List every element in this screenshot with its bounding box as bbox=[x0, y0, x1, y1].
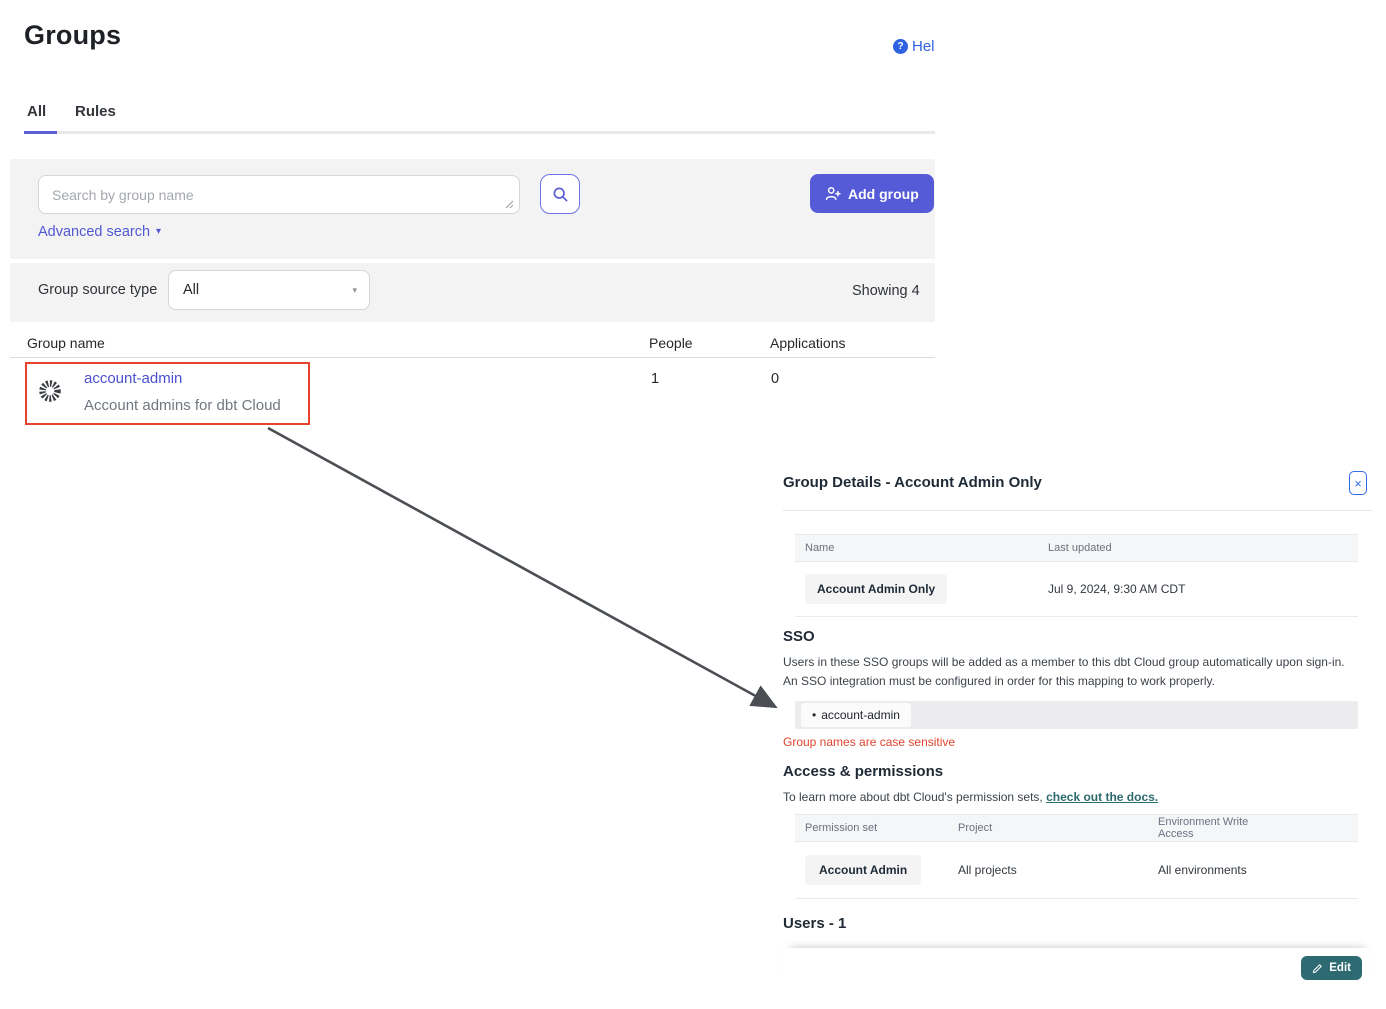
column-header-env-write-access: Environment Write Access bbox=[1158, 816, 1268, 840]
details-footer: Edit bbox=[783, 948, 1372, 988]
column-header-permission-set: Permission set bbox=[795, 822, 958, 834]
page-title: Groups bbox=[24, 20, 121, 51]
add-group-label: Add group bbox=[848, 186, 919, 202]
showing-count: Showing 4 bbox=[852, 283, 920, 299]
permissions-table: Permission set Project Environment Write… bbox=[795, 814, 1358, 899]
column-header-applications: Applications bbox=[770, 335, 846, 351]
group-people-count: 1 bbox=[651, 371, 659, 387]
table-header-divider bbox=[10, 357, 935, 358]
edit-label: Edit bbox=[1329, 962, 1351, 974]
add-group-button[interactable]: Add group bbox=[810, 174, 934, 213]
column-header-last-updated: Last updated bbox=[1048, 542, 1248, 554]
close-icon: × bbox=[1354, 477, 1362, 490]
table-row: Account Admin Only Jul 9, 2024, 9:30 AM … bbox=[795, 562, 1358, 616]
divider bbox=[783, 510, 1372, 511]
table-row: Account Admin All projects All environme… bbox=[795, 842, 1358, 898]
access-permissions-heading: Access & permissions bbox=[783, 763, 943, 780]
env-write-access-value: All environments bbox=[1158, 863, 1268, 877]
sso-group-chip: • account-admin bbox=[801, 703, 911, 727]
group-starburst-icon bbox=[38, 379, 62, 403]
group-source-type-select[interactable]: All ▾ bbox=[168, 270, 370, 310]
table-header-row: Permission set Project Environment Write… bbox=[795, 814, 1358, 842]
permission-set-chip: Account Admin bbox=[805, 855, 921, 885]
group-info-table: Name Last updated Account Admin Only Jul… bbox=[795, 534, 1358, 617]
column-header-people: People bbox=[649, 335, 693, 351]
sso-heading: SSO bbox=[783, 628, 815, 645]
help-link[interactable]: ? Help bbox=[893, 38, 935, 55]
table-header-row: Name Last updated bbox=[795, 534, 1358, 562]
sso-description: Users in these SSO groups will be added … bbox=[783, 653, 1360, 690]
user-plus-icon bbox=[825, 186, 841, 201]
last-updated-value: Jul 9, 2024, 9:30 AM CDT bbox=[1048, 582, 1248, 596]
tab-active-indicator bbox=[24, 131, 57, 134]
tab-rules[interactable]: Rules bbox=[75, 103, 116, 120]
column-header-project: Project bbox=[958, 822, 1158, 834]
search-input[interactable] bbox=[38, 175, 520, 214]
group-name-chip: Account Admin Only bbox=[805, 574, 947, 604]
group-applications-count: 0 bbox=[771, 371, 779, 387]
project-value: All projects bbox=[958, 863, 1158, 877]
column-header-group-name: Group name bbox=[27, 335, 105, 351]
users-heading: Users - 1 bbox=[783, 915, 846, 932]
group-description: Account admins for dbt Cloud bbox=[84, 397, 281, 414]
group-details-panel: Group Details - Account Admin Only × Nam… bbox=[783, 462, 1372, 990]
search-input-wrap bbox=[38, 175, 520, 214]
close-button[interactable]: × bbox=[1349, 471, 1367, 495]
group-name-link[interactable]: account-admin bbox=[84, 370, 182, 387]
help-question-icon: ? bbox=[893, 39, 908, 54]
sso-group-name: account-admin bbox=[821, 708, 900, 722]
search-icon bbox=[552, 186, 569, 203]
search-button[interactable] bbox=[540, 174, 580, 214]
help-label: Help bbox=[912, 38, 935, 55]
chevron-down-icon: ▾ bbox=[352, 286, 357, 295]
pencil-icon bbox=[1312, 963, 1323, 974]
docs-link[interactable]: check out the docs. bbox=[1046, 790, 1158, 804]
chevron-down-icon: ▾ bbox=[156, 227, 161, 237]
bullet-icon: • bbox=[812, 708, 816, 722]
details-title: Group Details - Account Admin Only bbox=[783, 474, 1042, 491]
group-source-type-label: Group source type bbox=[38, 282, 157, 298]
advanced-search-label: Advanced search bbox=[38, 224, 150, 240]
resize-handle-icon bbox=[505, 200, 514, 209]
tab-all[interactable]: All bbox=[27, 103, 46, 120]
tab-track bbox=[24, 131, 935, 134]
edit-button[interactable]: Edit bbox=[1301, 956, 1362, 980]
column-header-name: Name bbox=[795, 542, 1048, 554]
selected-option: All bbox=[183, 282, 199, 298]
sso-group-list: • account-admin bbox=[795, 701, 1358, 729]
advanced-search-toggle[interactable]: Advanced search ▾ bbox=[38, 224, 161, 240]
access-description: To learn more about dbt Cloud's permissi… bbox=[783, 790, 1158, 804]
case-sensitive-warning: Group names are case sensitive bbox=[783, 735, 955, 749]
groups-admin-page: Groups ? Help All Rules Advanced search … bbox=[0, 0, 1386, 1009]
